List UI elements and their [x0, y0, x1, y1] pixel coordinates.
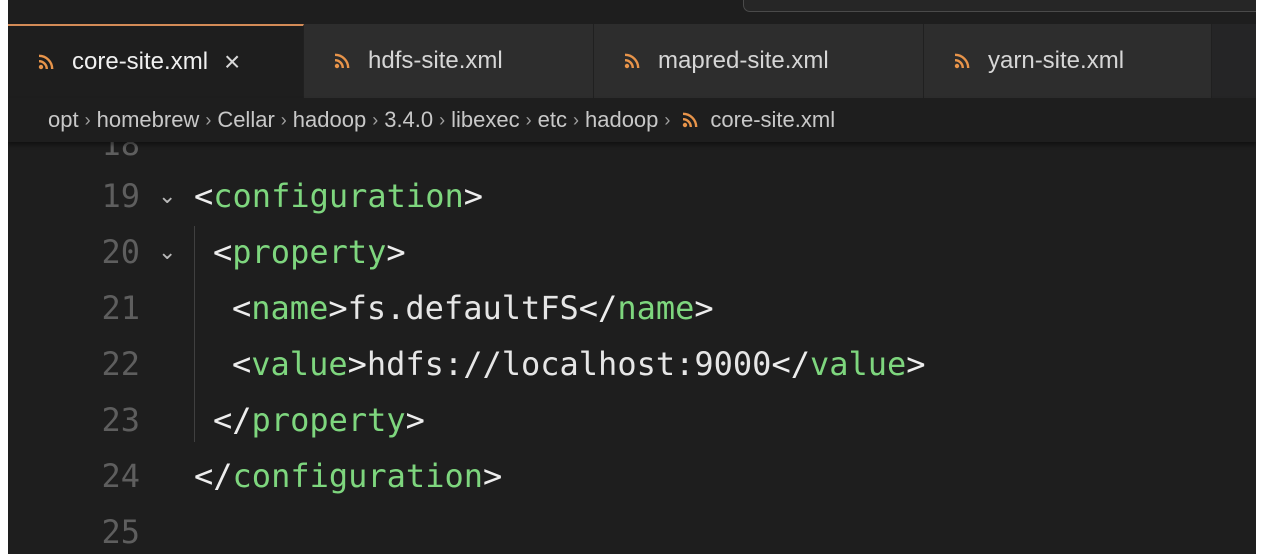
code-text: <property> — [213, 233, 406, 271]
breadcrumb: opt › homebrew › Cellar › hadoop › 3.4.0… — [8, 98, 1256, 142]
tab-core-site[interactable]: core-site.xml × — [8, 24, 304, 98]
rss-file-icon — [682, 112, 702, 128]
code-line[interactable]: 24 </configuration> — [8, 448, 1256, 504]
tab-hdfs-site[interactable]: hdfs-site.xml — [304, 24, 594, 98]
breadcrumb-item[interactable]: 3.4.0 — [384, 107, 433, 133]
breadcrumb-item[interactable]: hadoop — [293, 107, 366, 133]
tab-label: hdfs-site.xml — [368, 47, 503, 74]
line-number: 20 — [101, 233, 140, 271]
fold-chevron-icon[interactable]: ⌄ — [158, 184, 182, 209]
line-number: 25 — [101, 513, 140, 551]
editor-window: core-site.xml × hdfs-site.xml mapred-sit… — [8, 0, 1256, 554]
rss-file-icon — [624, 53, 644, 69]
line-number: 24 — [101, 457, 140, 495]
chevron-right-icon: › — [572, 109, 579, 130]
tab-yarn-site[interactable]: yarn-site.xml — [924, 24, 1212, 98]
breadcrumb-item[interactable]: etc — [538, 107, 567, 133]
fold-chevron-icon[interactable]: ⌄ — [158, 240, 182, 265]
code-text: <value>hdfs://localhost:9000</value> — [232, 345, 926, 383]
chevron-right-icon: › — [205, 109, 212, 130]
title-bar — [8, 0, 1256, 24]
breadcrumb-item[interactable]: libexec — [451, 107, 519, 133]
command-center-search[interactable] — [743, 0, 1256, 12]
tab-mapred-site[interactable]: mapred-site.xml — [594, 24, 924, 98]
code-line[interactable]: 25 — [8, 504, 1256, 554]
code-line[interactable]: 19 ⌄ <configuration> — [8, 168, 1256, 224]
chevron-right-icon: › — [84, 109, 91, 130]
line-number: 19 — [101, 177, 140, 215]
chevron-right-icon: › — [664, 109, 671, 130]
line-number: 23 — [101, 401, 140, 439]
line-number: 21 — [101, 289, 140, 327]
rss-file-icon — [38, 54, 58, 70]
chevron-right-icon: › — [280, 109, 287, 130]
code-text: <name>fs.defaultFS</name> — [232, 289, 714, 327]
rss-file-icon — [954, 53, 974, 69]
chevron-right-icon: › — [525, 109, 532, 130]
rss-file-icon — [334, 53, 354, 69]
breadcrumb-file[interactable]: core-site.xml — [710, 107, 835, 133]
code-text: </configuration> — [194, 457, 503, 495]
code-line[interactable]: 22 <value>hdfs://localhost:9000</value> — [8, 336, 1256, 392]
breadcrumb-item[interactable]: hadoop — [585, 107, 658, 133]
chevron-right-icon: › — [372, 109, 379, 130]
breadcrumb-item[interactable]: opt — [48, 107, 79, 133]
tab-label: core-site.xml — [72, 48, 209, 75]
code-editor[interactable]: 18 19 ⌄ <configuration> 20 ⌄ <property> … — [8, 125, 1256, 554]
code-line[interactable]: 23 </property> — [8, 392, 1256, 448]
tab-label: mapred-site.xml — [658, 47, 829, 74]
close-tab-icon[interactable]: × — [224, 48, 240, 76]
chevron-right-icon: › — [439, 109, 446, 130]
code-line[interactable]: 21 <name>fs.defaultFS</name> — [8, 280, 1256, 336]
tab-bar: core-site.xml × hdfs-site.xml mapred-sit… — [8, 24, 1256, 98]
code-line[interactable]: 20 ⌄ <property> — [8, 224, 1256, 280]
code-text: </property> — [213, 401, 425, 439]
line-number: 22 — [101, 345, 140, 383]
code-text: <configuration> — [194, 177, 483, 215]
breadcrumb-item[interactable]: Cellar — [217, 107, 274, 133]
tab-label: yarn-site.xml — [988, 47, 1125, 74]
breadcrumb-item[interactable]: homebrew — [97, 107, 200, 133]
